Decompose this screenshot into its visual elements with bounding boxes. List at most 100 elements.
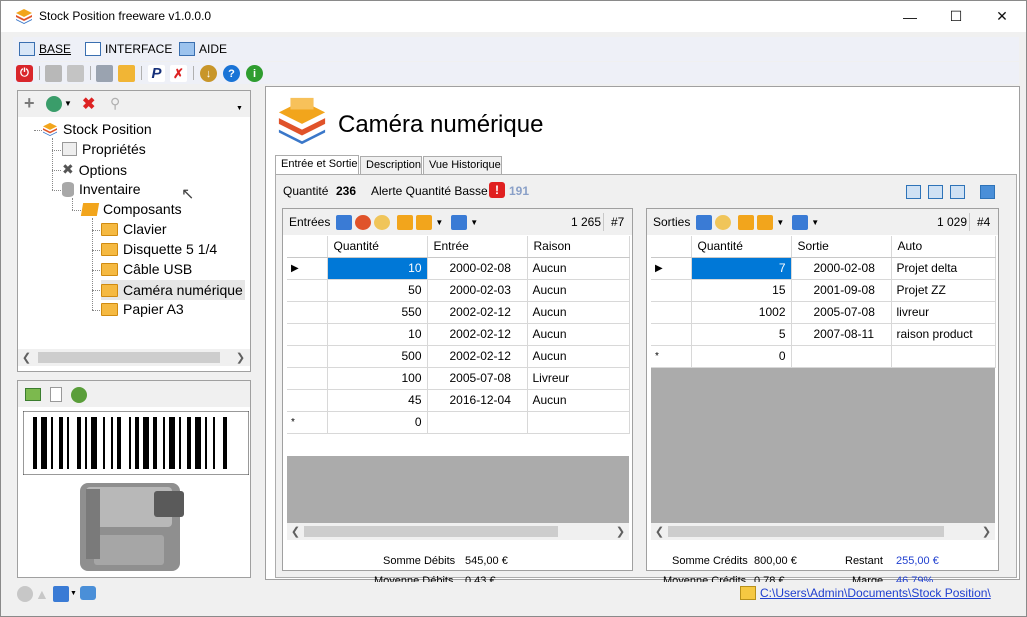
table-cell[interactable]: Aucun [527, 257, 630, 280]
edit-icon[interactable] [696, 214, 713, 230]
tree-item-proprietes[interactable]: Propriétés [62, 141, 146, 157]
new-row-quantite[interactable]: 0 [691, 345, 792, 368]
export-icon[interactable] [738, 214, 755, 230]
scroll-right-icon[interactable]: ❯ [612, 523, 629, 540]
table-cell[interactable]: Aucun [527, 301, 630, 324]
message-icon[interactable] [80, 586, 96, 600]
scroll-right-icon[interactable]: ❯ [232, 349, 249, 366]
table-row[interactable]: ▶ 10 2000-02-08 Aucun [287, 257, 630, 280]
info-icon[interactable] [17, 586, 33, 602]
tree-horizontal-scrollbar[interactable]: ❮ ❯ [18, 349, 250, 366]
table-cell[interactable]: 15 [691, 279, 792, 302]
maximize-button[interactable]: ☐ [933, 1, 979, 32]
table-cell[interactable]: Aucun [527, 345, 630, 368]
scroll-thumb[interactable] [304, 526, 558, 537]
row-header[interactable] [287, 279, 328, 302]
tools-icon[interactable] [53, 586, 69, 602]
table-row[interactable]: 5 2007-08-11 raison product [651, 323, 996, 346]
table-cell[interactable] [427, 411, 528, 434]
menu-aide[interactable]: AIDE [179, 40, 227, 58]
table-cell[interactable]: Projet ZZ [891, 279, 996, 302]
layout-left-icon[interactable] [906, 185, 921, 199]
row-header[interactable] [287, 367, 328, 390]
minimize-button[interactable]: — [887, 1, 933, 32]
print-icon[interactable] [118, 65, 135, 82]
dropdown-arrow-icon[interactable]: ▼ [70, 590, 77, 597]
tree-item-inventaire[interactable]: Inventaire [62, 181, 140, 197]
tree-item-clavier[interactable]: Clavier [101, 221, 167, 237]
menu-interface[interactable]: INTERFACE [85, 40, 172, 58]
table-cell[interactable]: livreur [891, 301, 996, 324]
edit-icon[interactable] [336, 214, 353, 230]
scroll-thumb[interactable] [38, 352, 220, 363]
table-row[interactable]: 50 2000-02-03 Aucun [287, 279, 630, 302]
scroll-left-icon[interactable]: ❮ [651, 523, 668, 540]
tree-item-cable-usb[interactable]: Câble USB [101, 261, 192, 277]
tab-vue-historique[interactable]: Vue Historique [423, 156, 502, 175]
scroll-left-icon[interactable]: ❮ [18, 349, 35, 366]
sorties-horizontal-scrollbar[interactable]: ❮ ❯ [651, 523, 995, 540]
row-header[interactable] [651, 301, 692, 324]
tree-item-disquette[interactable]: Disquette 5 1/4 [101, 241, 217, 257]
column-header-quantite[interactable]: Quantité [691, 236, 792, 258]
menu-base[interactable]: BASE [19, 40, 71, 58]
tab-description[interactable]: Description [360, 156, 422, 175]
table-cell[interactable]: Livreur [527, 367, 630, 390]
table-cell[interactable]: 10 [327, 257, 428, 280]
help-icon[interactable]: ? [223, 65, 240, 82]
table-cell[interactable]: 2005-07-08 [427, 367, 528, 390]
row-header[interactable]: ▶ [651, 257, 692, 280]
close-button[interactable]: ✕ [979, 1, 1025, 32]
table-cell[interactable] [791, 345, 892, 368]
row-header[interactable] [287, 389, 328, 412]
column-header-sortie[interactable]: Sortie [791, 236, 892, 258]
table-cell[interactable]: Projet delta [891, 257, 996, 280]
table-row[interactable]: 45 2016-12-04 Aucun [287, 389, 630, 412]
document-icon[interactable] [50, 387, 62, 402]
table-cell[interactable]: 2000-02-08 [427, 257, 528, 280]
export-icon[interactable] [397, 214, 414, 230]
tree-item-options[interactable]: ✖ Options [62, 161, 127, 178]
table-cell[interactable]: 2016-12-04 [427, 389, 528, 412]
remove-icon[interactable]: ✗ [170, 65, 187, 82]
table-cell[interactable]: 1002 [691, 301, 792, 324]
info-icon[interactable]: i [246, 65, 263, 82]
new-row[interactable]: * 0 [287, 411, 630, 434]
row-header[interactable] [287, 323, 328, 346]
scroll-thumb[interactable] [668, 526, 944, 537]
column-header-entree[interactable]: Entrée [427, 236, 528, 258]
documents-path-link[interactable]: C:\Users\Admin\Documents\Stock Position\ [760, 586, 991, 600]
database-icon[interactable] [96, 65, 113, 82]
table-cell[interactable]: 2002-02-12 [427, 301, 528, 324]
tools-icon[interactable] [451, 214, 468, 230]
table-cell[interactable]: 5 [691, 323, 792, 346]
refresh-dropdown-icon[interactable]: ▼ [64, 99, 72, 108]
table-cell[interactable]: 100 [327, 367, 428, 390]
globe-icon[interactable] [71, 387, 87, 403]
alarm-icon[interactable] [355, 214, 372, 230]
new-row-quantite[interactable]: 0 [327, 411, 428, 434]
table-cell[interactable]: 2001-09-08 [791, 279, 892, 302]
tree-menu-chevron-icon[interactable]: ▼ [236, 105, 243, 112]
table-cell[interactable]: Aucun [527, 323, 630, 346]
new-row-header[interactable]: * [287, 411, 328, 434]
warning-icon[interactable]: ▲ [35, 586, 49, 602]
table-row[interactable]: 100 2005-07-08 Livreur [287, 367, 630, 390]
row-header[interactable] [287, 301, 328, 324]
image-icon[interactable] [25, 388, 41, 401]
refresh-icon[interactable] [46, 96, 62, 112]
table-cell[interactable]: 2000-02-08 [791, 257, 892, 280]
power-icon[interactable]: ⏻ [16, 65, 33, 82]
table-row[interactable]: ▶ 7 2000-02-08 Projet delta [651, 257, 996, 280]
tree-item-camera-numerique[interactable]: Caméra numérique [101, 280, 245, 300]
tools-icon[interactable] [792, 214, 809, 230]
table-cell[interactable]: Aucun [527, 279, 630, 302]
table-cell[interactable]: Aucun [527, 389, 630, 412]
column-header-quantite[interactable]: Quantité [327, 236, 428, 258]
table-row[interactable]: 1002 2005-07-08 livreur [651, 301, 996, 324]
table-row[interactable]: 15 2001-09-08 Projet ZZ [651, 279, 996, 302]
table-cell[interactable]: 45 [327, 389, 428, 412]
layout-right-icon[interactable] [950, 185, 965, 199]
folder-icon[interactable] [740, 586, 756, 600]
tree-item-papier-a3[interactable]: Papier A3 [101, 301, 184, 317]
